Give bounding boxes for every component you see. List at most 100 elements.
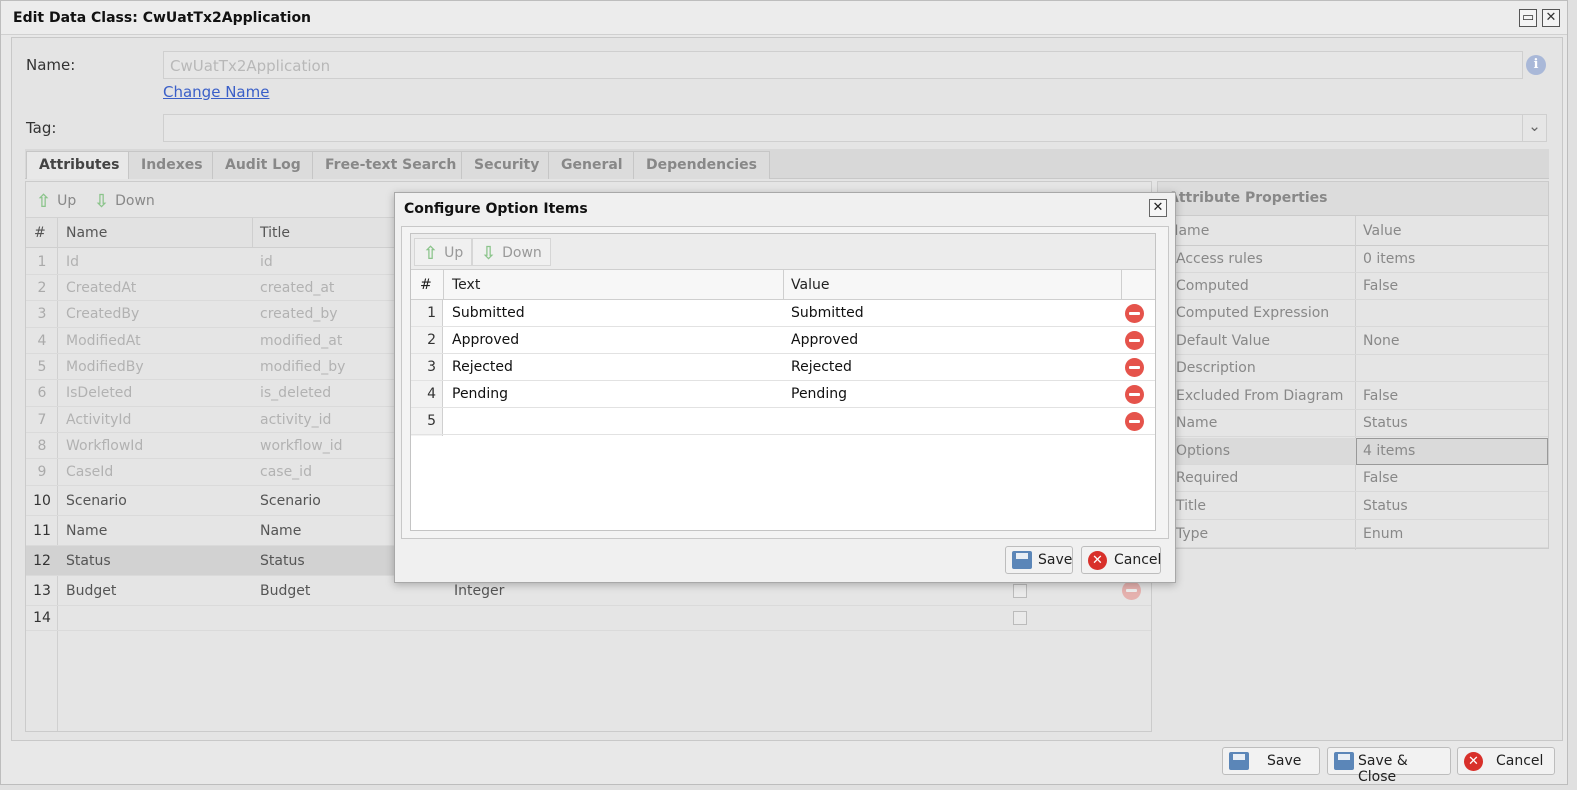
tab-dependencies[interactable]: Dependencies <box>633 151 771 179</box>
property-value: False <box>1363 470 1399 486</box>
dialog-close-icon[interactable]: ✕ <box>1149 199 1167 217</box>
properties-columns: Name Value <box>1158 216 1548 246</box>
tab-audit-log[interactable]: Audit Log <box>212 151 314 179</box>
remove-icon[interactable] <box>1125 304 1144 323</box>
property-row[interactable]: Type Enum <box>1158 521 1548 548</box>
save-close-label: Save & Close <box>1358 753 1408 785</box>
tab-general[interactable]: General <box>548 151 636 179</box>
options-value-field[interactable]: 4 items <box>1356 438 1548 465</box>
remove-icon[interactable] <box>1125 331 1144 350</box>
save-icon <box>1334 752 1354 770</box>
option-down-button[interactable]: ⇩ Down <box>472 238 551 266</box>
col-num: # <box>420 277 432 293</box>
property-name: Name <box>1176 415 1218 431</box>
option-text[interactable]: Pending <box>452 386 508 402</box>
option-down-label: Down <box>502 245 542 261</box>
option-items-grid: ⇧ Up ⇩ Down # Text Value 1 Submitted Submitt… <box>410 233 1156 531</box>
option-row[interactable]: 2 Approved Approved <box>411 327 1155 354</box>
tab-attributes[interactable]: Attributes <box>26 151 133 179</box>
property-row[interactable]: Excluded From Diagram False <box>1158 383 1548 410</box>
row-num: 13 <box>33 582 51 599</box>
option-text[interactable]: Approved <box>452 332 519 348</box>
required-checkbox[interactable] <box>1013 583 1027 598</box>
cancel-button[interactable]: ✕ Cancel <box>1457 747 1555 775</box>
down-label: Down <box>115 193 155 209</box>
dialog-content: ⇧ Up ⇩ Down # Text Value 1 Submitted Submitt… <box>401 226 1169 539</box>
tab-free-text-search[interactable]: Free-text Search <box>312 151 470 179</box>
option-value[interactable]: Pending <box>791 386 847 402</box>
col-prop-value: Value <box>1363 223 1402 239</box>
change-name-link[interactable]: Change Name <box>163 83 269 101</box>
cancel-label: Cancel <box>1496 753 1544 769</box>
property-row[interactable]: Access rules 0 items <box>1158 246 1548 273</box>
row-title: modified_by <box>260 358 346 375</box>
property-row[interactable]: Title Status <box>1158 493 1548 520</box>
col-value[interactable]: Value <box>791 277 829 293</box>
option-row[interactable]: 3 Rejected Rejected <box>411 354 1155 381</box>
col-name[interactable]: Name <box>66 225 107 241</box>
property-row[interactable]: Computed Expression <box>1158 300 1548 327</box>
property-row-selected[interactable]: Options 4 items <box>1158 438 1548 465</box>
maximize-icon[interactable]: ▭ <box>1519 9 1537 27</box>
row-num: 7 <box>37 411 47 428</box>
arrow-down-icon: ⇩ <box>94 191 110 212</box>
property-value: Status <box>1363 498 1408 514</box>
row-title: is_deleted <box>260 385 332 401</box>
cancel-icon: ✕ <box>1088 551 1107 570</box>
tab-security[interactable]: Security <box>461 151 553 179</box>
tag-input[interactable] <box>163 114 1523 142</box>
dialog-cancel-button[interactable]: ✕ Cancel <box>1081 546 1161 574</box>
required-checkbox[interactable] <box>1013 611 1027 625</box>
row-title: created_at <box>260 279 335 296</box>
property-row[interactable]: Default Value None <box>1158 328 1548 355</box>
arrow-up-icon: ⇧ <box>36 191 52 212</box>
option-row[interactable]: 5 <box>411 408 1155 435</box>
property-row[interactable]: Name Status <box>1158 410 1548 437</box>
property-name: Default Value <box>1176 333 1271 349</box>
row-num: 5 <box>37 358 47 375</box>
option-num: 5 <box>427 413 436 429</box>
col-title[interactable]: Title <box>260 225 290 241</box>
property-row[interactable]: Description <box>1158 355 1548 382</box>
close-icon[interactable]: ✕ <box>1542 9 1560 27</box>
option-value[interactable]: Approved <box>791 332 858 348</box>
save-button[interactable]: Save <box>1222 747 1320 775</box>
option-value[interactable]: Rejected <box>791 359 852 375</box>
remove-icon[interactable] <box>1125 412 1144 431</box>
option-up-label: Up <box>444 245 464 261</box>
option-row[interactable]: 1 Submitted Submitted <box>411 300 1155 327</box>
tag-dropdown-icon[interactable]: ⌄ <box>1522 114 1547 142</box>
row-name: CreatedBy <box>66 306 140 322</box>
up-button[interactable]: ⇧ Up <box>36 191 76 212</box>
tab-indexes[interactable]: Indexes <box>128 151 216 179</box>
row-type: Integer <box>454 582 505 599</box>
remove-icon[interactable] <box>1122 581 1141 600</box>
option-items-toolbar: ⇧ Up ⇩ Down <box>411 234 1155 270</box>
property-name: Required <box>1176 470 1239 486</box>
option-up-button[interactable]: ⇧ Up <box>414 238 473 266</box>
col-text[interactable]: Text <box>452 277 480 293</box>
attribute-properties-panel: Attribute Properties Name Value Access r… <box>1157 181 1549 550</box>
save-icon <box>1012 551 1032 569</box>
dialog-cancel-label: Cancel <box>1114 552 1162 568</box>
property-row[interactable]: Computed False <box>1158 273 1548 300</box>
row-num: 10 <box>33 492 51 509</box>
remove-icon[interactable] <box>1125 358 1144 377</box>
row-name: WorkflowId <box>66 437 144 454</box>
row-num: 6 <box>37 385 47 401</box>
dialog-save-button[interactable]: Save <box>1005 546 1073 574</box>
option-text[interactable]: Rejected <box>452 359 513 375</box>
property-value: Status <box>1363 415 1408 431</box>
option-text[interactable]: Submitted <box>452 305 525 321</box>
option-value[interactable]: Submitted <box>791 305 864 321</box>
info-icon[interactable]: i <box>1526 55 1546 75</box>
table-row[interactable]: 14 <box>26 606 1151 631</box>
property-row[interactable]: Required False <box>1158 465 1548 492</box>
down-button[interactable]: ⇩ Down <box>94 191 155 212</box>
option-row[interactable]: 4 Pending Pending <box>411 381 1155 408</box>
save-close-button[interactable]: Save & Close <box>1327 747 1451 785</box>
row-title: Budget <box>260 582 311 599</box>
remove-icon[interactable] <box>1125 385 1144 404</box>
property-name: Computed <box>1176 278 1249 294</box>
row-num: 11 <box>33 522 51 539</box>
